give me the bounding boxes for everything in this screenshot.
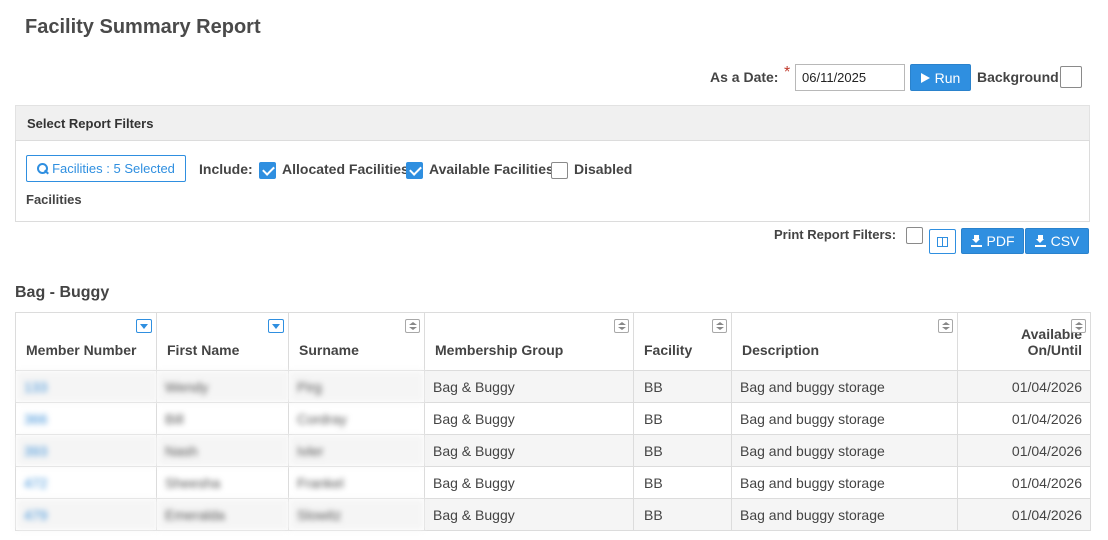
facility-cell: BB (633, 402, 732, 435)
surname-cell: Frankel (288, 466, 425, 499)
sort-icon[interactable] (1071, 319, 1086, 333)
disabled-checkbox[interactable] (551, 162, 568, 179)
column-label: Surname (299, 342, 359, 358)
column-header-member-number[interactable]: Member Number (15, 312, 157, 371)
member-number-cell[interactable]: 472 (15, 466, 157, 499)
facilities-sub-label: Facilities (26, 192, 82, 207)
table-row[interactable]: 393 Nash Ivler Bag & Buggy BB Bag and bu… (15, 434, 1091, 467)
membership-group-cell: Bag & Buggy (424, 434, 634, 467)
facility-cell: BB (633, 434, 732, 467)
first-name-cell: Sheesha (156, 466, 289, 499)
facility-table: Member Number First Name Surname Members… (15, 312, 1091, 531)
first-name-cell: Bill (156, 402, 289, 435)
membership-group-cell: Bag & Buggy (424, 402, 634, 435)
column-label: Membership Group (435, 342, 564, 358)
description-cell: Bag and buggy storage (731, 498, 958, 531)
columns-toggle-button[interactable] (929, 229, 956, 254)
column-label: Description (742, 342, 820, 358)
allocated-facilities-label: Allocated Facilities (282, 161, 409, 177)
description-cell: Bag and buggy storage (731, 434, 958, 467)
required-marker: * (784, 64, 791, 81)
description-cell: Bag and buggy storage (731, 402, 958, 435)
search-icon (37, 163, 49, 174)
first-name-cell: Wendy (156, 370, 289, 403)
report-filters-header: Select Report Filters (15, 105, 1090, 141)
allocated-facilities-checkbox[interactable] (259, 162, 276, 179)
sort-icon[interactable] (938, 319, 953, 333)
first-name-cell: Nash (156, 434, 289, 467)
member-number-cell[interactable]: 133 (15, 370, 157, 403)
column-header-facility[interactable]: Facility (633, 312, 732, 371)
download-icon (970, 235, 982, 247)
facilities-select-button[interactable]: Facilities : 5 Selected (26, 155, 186, 182)
include-label: Include: (199, 161, 253, 177)
column-filter-icon[interactable] (136, 319, 152, 333)
column-header-description[interactable]: Description (731, 312, 958, 371)
facility-cell: BB (633, 466, 732, 499)
column-header-surname[interactable]: Surname (288, 312, 425, 371)
surname-cell: Ivler (288, 434, 425, 467)
membership-group-cell: Bag & Buggy (424, 370, 634, 403)
pdf-button-label: PDF (986, 233, 1015, 249)
column-header-membership-group[interactable]: Membership Group (424, 312, 634, 371)
available-cell: 01/04/2026 (957, 466, 1091, 499)
csv-export-button[interactable]: CSV (1025, 228, 1089, 254)
member-number-cell[interactable]: 366 (15, 402, 157, 435)
download-icon (1034, 235, 1046, 247)
surname-cell: Cordray (288, 402, 425, 435)
available-cell: 01/04/2026 (957, 402, 1091, 435)
column-filter-icon[interactable] (268, 319, 284, 333)
as-a-date-label: As a Date: (710, 69, 779, 85)
table-row[interactable]: 133 Wendy Pirg Bag & Buggy BB Bag and bu… (15, 370, 1091, 403)
sort-icon[interactable] (712, 319, 727, 333)
table-row[interactable]: 366 Bill Cordray Bag & Buggy BB Bag and … (15, 402, 1091, 435)
background-label: Background: (977, 69, 1064, 85)
pdf-export-button[interactable]: PDF (961, 228, 1024, 254)
column-header-first-name[interactable]: First Name (156, 312, 289, 371)
print-report-filters-label: Print Report Filters: (774, 227, 897, 242)
page-title: Facility Summary Report (25, 16, 261, 38)
column-label: First Name (167, 342, 240, 358)
sort-icon[interactable] (405, 319, 420, 333)
description-cell: Bag and buggy storage (731, 370, 958, 403)
first-name-cell: Emeralda (156, 498, 289, 531)
column-header-available-on-until[interactable]: Available On/Until (957, 312, 1091, 371)
membership-group-cell: Bag & Buggy (424, 466, 634, 499)
columns-icon (937, 236, 948, 247)
facilities-select-label: Facilities : 5 Selected (52, 161, 175, 176)
table-header-row: Member Number First Name Surname Members… (15, 312, 1091, 371)
sort-icon[interactable] (614, 319, 629, 333)
available-cell: 01/04/2026 (957, 370, 1091, 403)
membership-group-cell: Bag & Buggy (424, 498, 634, 531)
available-facilities-label: Available Facilities (429, 161, 554, 177)
run-button[interactable]: Run (910, 64, 971, 91)
facility-cell: BB (633, 370, 732, 403)
available-cell: 01/04/2026 (957, 434, 1091, 467)
description-cell: Bag and buggy storage (731, 466, 958, 499)
as-a-date-input[interactable] (795, 64, 905, 91)
table-row[interactable]: 472 Sheesha Frankel Bag & Buggy BB Bag a… (15, 466, 1091, 499)
facility-cell: BB (633, 498, 732, 531)
csv-button-label: CSV (1050, 233, 1080, 249)
table-row[interactable]: 479 Emeralda Slowitz Bag & Buggy BB Bag … (15, 498, 1091, 531)
available-cell: 01/04/2026 (957, 498, 1091, 531)
background-checkbox[interactable] (1060, 66, 1082, 88)
surname-cell: Slowitz (288, 498, 425, 531)
disabled-label: Disabled (574, 161, 633, 177)
column-label: Facility (644, 342, 693, 358)
run-button-label: Run (934, 69, 961, 86)
section-title: Bag - Buggy (15, 284, 110, 301)
column-label: Member Number (26, 342, 137, 358)
available-facilities-checkbox[interactable] (406, 162, 423, 179)
member-number-cell[interactable]: 393 (15, 434, 157, 467)
play-icon (920, 72, 930, 83)
print-report-filters-checkbox[interactable] (906, 227, 923, 244)
member-number-cell[interactable]: 479 (15, 498, 157, 531)
surname-cell: Pirg (288, 370, 425, 403)
